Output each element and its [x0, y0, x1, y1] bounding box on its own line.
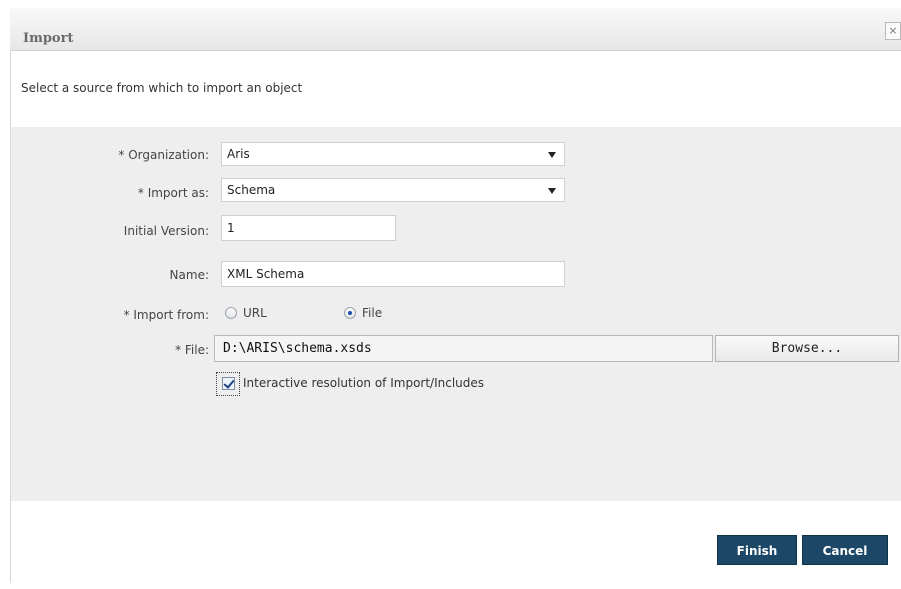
name-label: Name: [169, 268, 209, 282]
chevron-down-icon [548, 152, 556, 158]
import-as-label: * Import as: [137, 186, 209, 200]
close-icon[interactable]: × [885, 22, 901, 40]
organization-label: * Organization: [118, 148, 209, 162]
radio-icon [225, 307, 237, 319]
chevron-down-icon [548, 188, 556, 194]
name-input[interactable]: XML Schema [221, 261, 565, 287]
radio-selected-icon [344, 307, 356, 319]
browse-button[interactable]: Browse... [715, 335, 899, 362]
checkmark-icon [223, 377, 235, 389]
import-as-select[interactable]: Schema [221, 178, 565, 202]
radio-url[interactable]: URL [225, 306, 267, 320]
dialog-title: Import [23, 31, 74, 46]
finish-button[interactable]: Finish [717, 535, 797, 565]
file-path-input[interactable]: D:\ARIS\schema.xsds [214, 335, 713, 362]
organization-select[interactable]: Aris [221, 142, 565, 166]
interactive-resolution-checkbox[interactable] [216, 372, 240, 396]
dialog-subtitle: Select a source from which to import an … [21, 81, 303, 95]
radio-url-label: URL [243, 306, 267, 320]
import-as-value: Schema [227, 183, 276, 197]
radio-file[interactable]: File [344, 306, 382, 320]
interactive-resolution-label: Interactive resolution of Import/Include… [243, 376, 485, 390]
checkbox-box [222, 377, 235, 390]
import-from-label: * Import from: [123, 308, 209, 322]
import-dialog: Import × Select a source from which to i… [0, 0, 901, 589]
cancel-button[interactable]: Cancel [802, 535, 888, 565]
initial-version-label: Initial Version: [123, 224, 209, 238]
radio-file-label: File [362, 306, 383, 320]
initial-version-input[interactable]: 1 [221, 215, 396, 241]
organization-value: Aris [227, 147, 250, 161]
dialog-titlebar: Import × [10, 8, 901, 51]
file-label: * File: [175, 343, 209, 357]
